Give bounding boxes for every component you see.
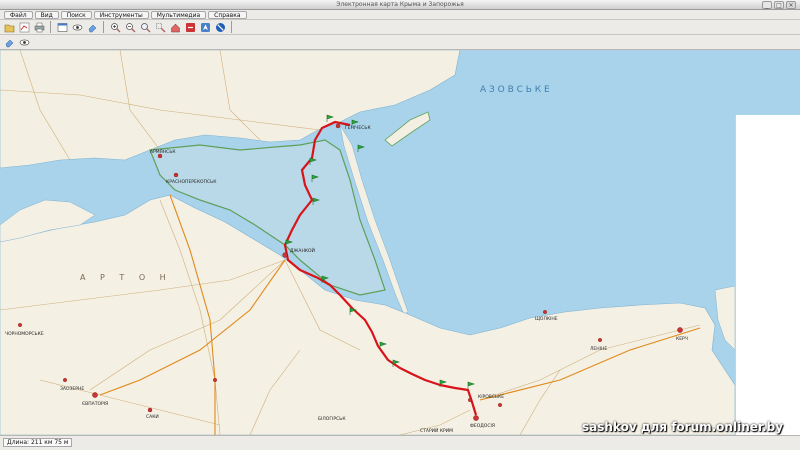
town-dot — [92, 392, 98, 398]
minimize-button[interactable]: _ — [762, 1, 772, 9]
town-label-krasnoperekopsk: КРАСНОПЕРЕКОПСЬК — [166, 179, 217, 185]
zoom-fit-icon[interactable] — [139, 21, 151, 33]
eye-icon[interactable] — [18, 36, 30, 48]
town-label-chornomorske: ЧОРНОМОРСЬКЕ — [5, 331, 44, 337]
map-view[interactable]: А З О В С Ь К Е А Р Т О Н АРМЯНСЬК КРАСН… — [0, 50, 800, 435]
town-dot — [282, 252, 288, 258]
town-dot — [63, 378, 67, 382]
route-icon[interactable] — [18, 21, 30, 33]
zoom-area-icon[interactable] — [154, 21, 166, 33]
toolbar-separator — [103, 21, 104, 33]
eraser-icon[interactable] — [86, 21, 98, 33]
menu-tools[interactable]: Инструменты — [93, 11, 149, 19]
town-label-feodosia: ФЕОДОСІЯ — [470, 423, 495, 429]
town-dot — [213, 378, 217, 382]
town-dot — [498, 403, 502, 407]
maximize-button[interactable]: □ — [774, 1, 784, 9]
eraser-icon[interactable] — [3, 36, 15, 48]
home-icon[interactable] — [169, 21, 181, 33]
town-label-henichesk: ГЕНІЧЕСЬК — [345, 125, 371, 131]
secondary-toolbar — [0, 35, 800, 50]
town-label-lenine: ЛЕНІНЕ — [590, 346, 607, 352]
town-dot — [473, 415, 479, 421]
town-label-saky: САКИ — [146, 414, 159, 420]
town-dot — [173, 172, 179, 178]
nav-icon[interactable] — [199, 21, 211, 33]
town-label-kirovske: КІРОВСЬКЕ — [478, 394, 504, 400]
open-icon[interactable] — [3, 21, 15, 33]
sea-label: А З О В С Ь К Е — [480, 85, 550, 95]
town-label-bilohirsk: БІЛОГІРСЬК — [318, 416, 346, 422]
menu-help[interactable]: Справка — [208, 11, 247, 19]
town-dot — [147, 407, 153, 413]
town-label-dzhankoi: ДЖАНКОЙ — [290, 247, 315, 254]
town-label-kerch: КЕРЧ — [676, 336, 688, 342]
town-label-zaozerne: ЗАОЗЕРНЕ — [60, 386, 84, 392]
menu-file[interactable]: Файл — [4, 11, 33, 19]
side-panel — [735, 115, 800, 450]
toolbar-separator — [231, 21, 232, 33]
window-icon[interactable] — [56, 21, 68, 33]
mark-icon[interactable] — [184, 21, 196, 33]
print-icon[interactable] — [33, 21, 45, 33]
route-length: Длина: 211 км 75 м — [3, 438, 73, 447]
town-dot — [18, 323, 22, 327]
region-label: А Р Т О Н — [80, 273, 172, 282]
town-label-armyansk: АРМЯНСЬК — [150, 149, 176, 155]
no-icon[interactable] — [214, 21, 226, 33]
menu-multimedia[interactable]: Мультимедиа — [150, 11, 207, 19]
app-window: Электронная карта Крыма и Запорожья _ □ … — [0, 0, 800, 450]
menu-bar: Файл Вид Поиск Инструменты Мультимедиа С… — [0, 10, 800, 20]
town-label-shcholkine: ЩОЛКІНЕ — [535, 316, 558, 322]
town-dot — [543, 310, 547, 314]
title-bar[interactable]: Электронная карта Крыма и Запорожья _ □ … — [0, 0, 800, 10]
view-icon[interactable] — [71, 21, 83, 33]
town-dot — [335, 123, 341, 129]
town-label-yevpatoria: ЄВПАТОРІЯ — [82, 401, 108, 407]
zoom-out-icon[interactable] — [124, 21, 136, 33]
main-toolbar — [0, 20, 800, 35]
close-button[interactable]: × — [786, 1, 796, 9]
town-label-stary-krym: СТАРИЙ КРИМ — [420, 427, 453, 434]
town-dot — [468, 398, 472, 402]
map-canvas[interactable]: А З О В С Ь К Е А Р Т О Н АРМЯНСЬК КРАСН… — [0, 50, 800, 435]
window-controls: _ □ × — [762, 1, 796, 9]
toolbar-separator — [50, 21, 51, 33]
menu-search[interactable]: Поиск — [60, 11, 92, 19]
watermark: sashkov для forum.onliner.by — [582, 420, 784, 434]
window-title: Электронная карта Крыма и Запорожья — [336, 1, 464, 8]
status-bar: Длина: 211 км 75 м — [0, 435, 800, 450]
zoom-in-icon[interactable] — [109, 21, 121, 33]
town-dot — [677, 327, 683, 333]
town-dot — [598, 338, 602, 342]
menu-view[interactable]: Вид — [34, 11, 59, 19]
